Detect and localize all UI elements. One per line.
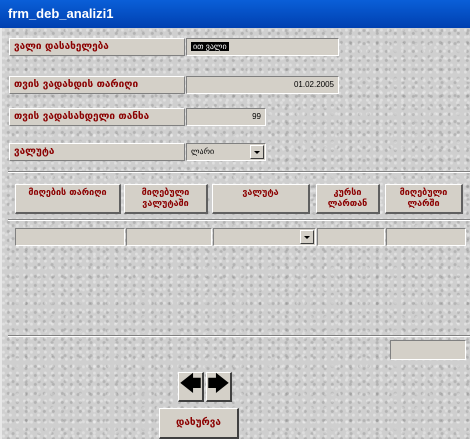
client-field[interactable]: ით ვალი — [186, 38, 339, 56]
client-value: ით ვალი — [191, 42, 229, 51]
window-title: frm_deb_analizi1 — [0, 0, 470, 28]
cell-receive-date[interactable] — [15, 228, 125, 246]
close-button[interactable]: დახურვა — [159, 408, 239, 439]
divider-bottom — [8, 335, 470, 337]
chevron-down-icon[interactable] — [300, 230, 314, 244]
cell-received-currency[interactable] — [126, 228, 212, 246]
cell-rate[interactable] — [317, 228, 385, 246]
col-header-receive-date: მიღების თარიღი — [15, 184, 121, 214]
date-field[interactable]: 01.02.2005 — [186, 76, 339, 94]
currency-label: ვალუტა — [9, 143, 185, 161]
col-header-rate: კურსი ლართან — [316, 184, 380, 214]
client-label: ვალი დასახელება — [9, 38, 185, 56]
arrow-left-icon[interactable]: 🡄 — [178, 372, 204, 402]
currency-select[interactable]: ლარი — [186, 143, 266, 161]
amount-label: თვის ვადასახდელი თანხა — [9, 108, 185, 126]
amount-field[interactable]: 99 — [186, 108, 266, 126]
arrow-right-icon[interactable]: 🡆 — [206, 372, 232, 402]
cell-received-gel[interactable] — [386, 228, 466, 246]
currency-value: ლარი — [191, 147, 215, 156]
chevron-down-icon[interactable] — [250, 145, 264, 159]
divider-top — [8, 171, 470, 173]
col-header-currency: ვალუტა — [212, 184, 310, 214]
date-label: თვის ვადახდის თარიღი — [9, 76, 185, 94]
total-field[interactable] — [390, 340, 466, 360]
cell-currency-select[interactable] — [213, 228, 316, 246]
col-header-received-gel: მიღებული ლარში — [385, 184, 463, 214]
divider-header — [8, 219, 470, 221]
col-header-received-currency: მიღებული ვალუტაში — [124, 184, 208, 214]
